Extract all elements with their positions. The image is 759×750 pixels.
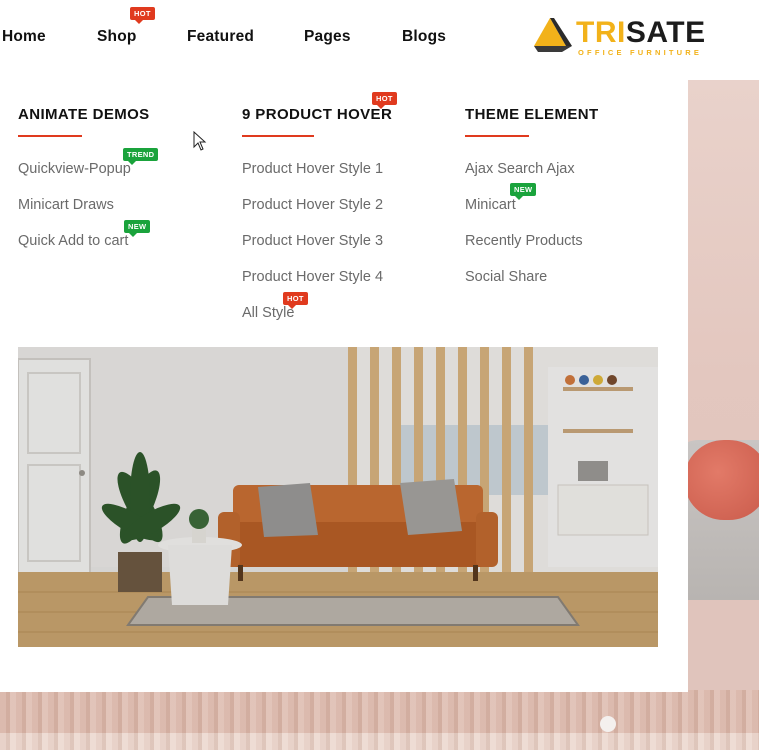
column-underline — [242, 135, 314, 137]
nav-item-pages[interactable]: Pages — [304, 28, 351, 46]
column-underline — [18, 135, 82, 137]
trend-badge: TREND — [123, 148, 159, 165]
brand-logo[interactable]: TRISATE OFFICE FURNITURE — [532, 16, 712, 60]
menu-link-all-style[interactable]: All Style — [242, 305, 294, 321]
mouse-cursor-icon — [193, 131, 207, 151]
menu-link-recently-products[interactable]: Recently Products — [465, 233, 583, 249]
column-title: THEME ELEMENT — [465, 106, 599, 123]
mega-menu-panel: ANIMATE DEMOS Quickview-Popup TREND Mini… — [0, 80, 688, 692]
hero-rug-image — [0, 690, 759, 750]
menu-link-quick-add-to-cart[interactable]: Quick Add to cart — [18, 233, 128, 249]
new-badge: NEW — [124, 220, 151, 237]
nav-item-blogs[interactable]: Blogs — [402, 28, 446, 46]
shop-hot-badge: HOT — [130, 7, 155, 24]
menu-link-quickview-popup[interactable]: Quickview-Popup — [18, 161, 131, 177]
logo-tagline: OFFICE FURNITURE — [578, 48, 703, 57]
column-title: 9 PRODUCT HOVER — [242, 106, 393, 123]
slider-dot[interactable] — [600, 716, 616, 732]
column-title: ANIMATE DEMOS — [18, 106, 150, 123]
nav-item-featured[interactable]: Featured — [187, 28, 254, 46]
menu-link-minicart[interactable]: Minicart — [465, 197, 516, 213]
main-nav: Home Shop HOT Featured Pages Blogs TRISA… — [0, 0, 759, 72]
mega-menu-banner-image[interactable] — [18, 347, 658, 647]
menu-link-hover-style-3[interactable]: Product Hover Style 3 — [242, 233, 383, 249]
hot-badge: HOT — [283, 292, 308, 309]
menu-link-hover-style-2[interactable]: Product Hover Style 2 — [242, 197, 383, 213]
menu-link-hover-style-1[interactable]: Product Hover Style 1 — [242, 161, 383, 177]
nav-item-home[interactable]: Home — [2, 28, 46, 46]
menu-link-ajax-search[interactable]: Ajax Search Ajax — [465, 161, 575, 177]
hero-pillow-image — [684, 440, 759, 520]
menu-link-minicart-draws[interactable]: Minicart Draws — [18, 197, 114, 213]
living-room-illustration — [18, 347, 658, 647]
menu-link-social-share[interactable]: Social Share — [465, 269, 547, 285]
new-badge: NEW — [510, 183, 537, 200]
logo-wordmark: TRISATE — [576, 16, 706, 49]
hot-badge: HOT — [372, 92, 397, 109]
nav-item-shop[interactable]: Shop — [97, 28, 137, 46]
column-underline — [465, 135, 529, 137]
logo-triangle-icon — [534, 18, 572, 52]
menu-link-hover-style-4[interactable]: Product Hover Style 4 — [242, 269, 383, 285]
